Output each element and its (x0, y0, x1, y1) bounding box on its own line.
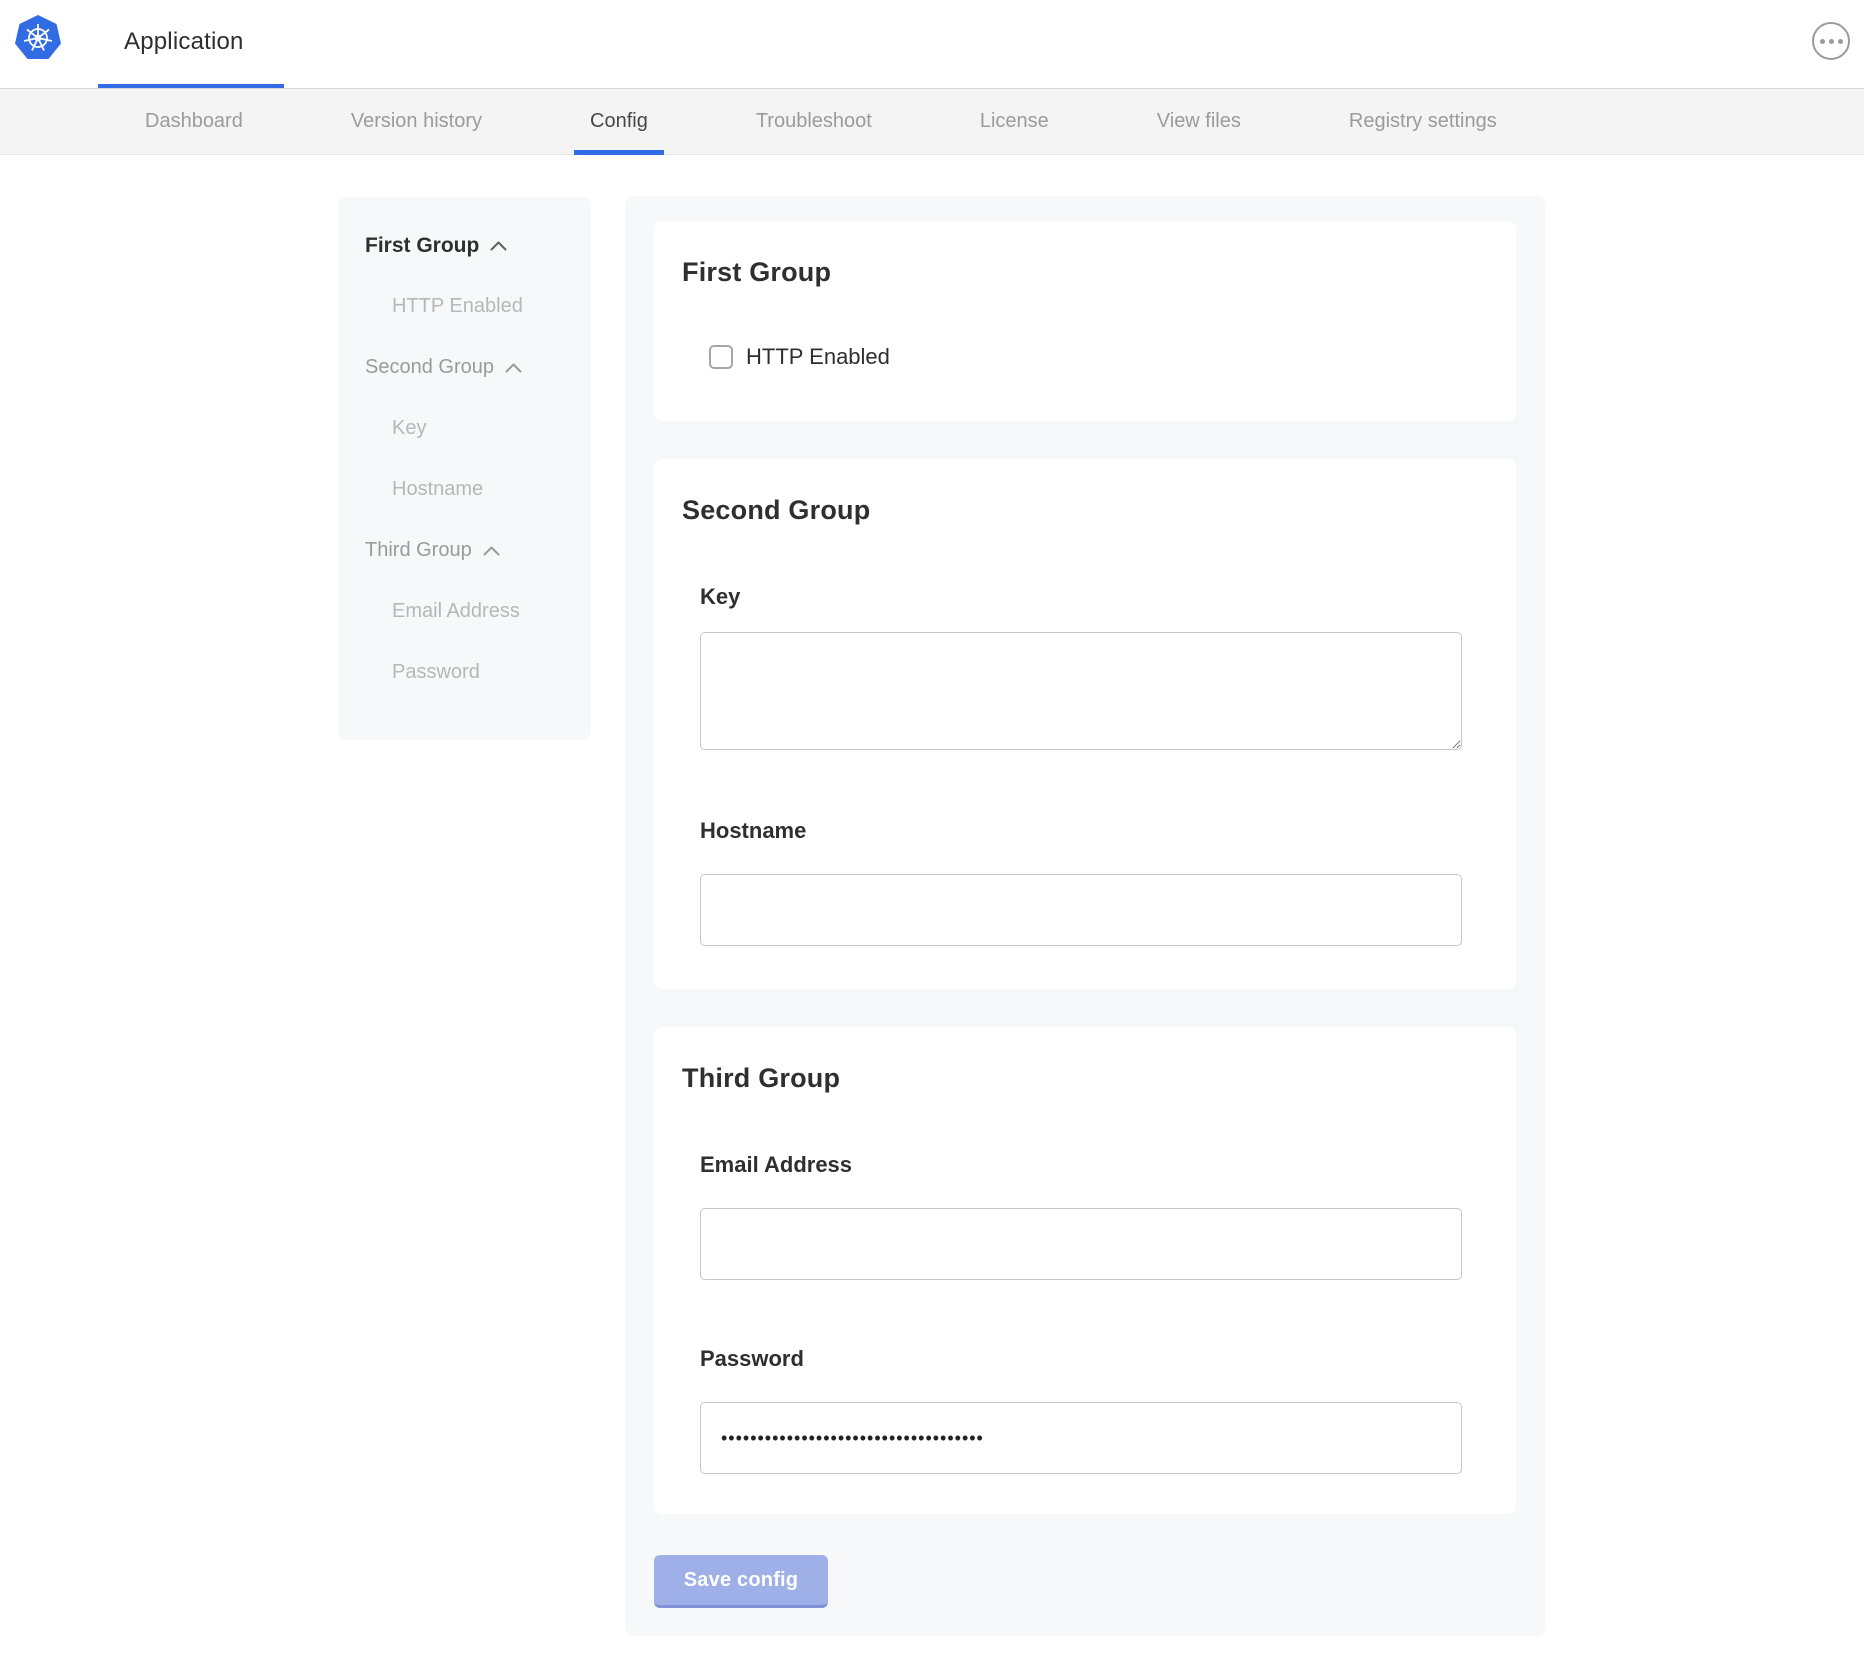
sidebar-item-label: HTTP Enabled (392, 295, 523, 318)
chevron-up-icon (490, 241, 507, 251)
sidebar-item-label: Hostname (392, 478, 483, 501)
tab-registry-settings[interactable]: Registry settings (1333, 89, 1513, 154)
group-title: Second Group (682, 495, 1470, 526)
tab-version-history[interactable]: Version history (335, 89, 498, 154)
email-label: Email Address (700, 1152, 1470, 1178)
config-group-first: First Group HTTP Enabled (654, 221, 1516, 421)
email-input[interactable] (700, 1208, 1462, 1280)
tab-view-files[interactable]: View files (1141, 89, 1257, 154)
ellipsis-icon (1820, 39, 1825, 44)
tab-active-underline (574, 150, 664, 155)
sidebar-item-http-enabled[interactable]: HTTP Enabled (338, 276, 591, 337)
sidebar-item-key[interactable]: Key (338, 398, 591, 459)
sidebar-item-third-group[interactable]: Third Group (338, 520, 591, 581)
sidebar-item-label: Email Address (392, 600, 520, 623)
key-label: Key (700, 584, 1470, 610)
config-group-third: Third Group Email Address Password (654, 1027, 1516, 1514)
chevron-up-icon (483, 546, 500, 556)
sidebar-item-label: Third Group (365, 539, 472, 562)
group-title: First Group (682, 257, 1470, 288)
group-title: Third Group (682, 1063, 1470, 1094)
app-header: Application (0, 0, 1864, 88)
tab-license[interactable]: License (964, 89, 1065, 154)
config-sidebar: First Group HTTP Enabled Second Group Ke… (338, 197, 591, 740)
key-textarea[interactable] (700, 632, 1462, 750)
hostname-field: Hostname (700, 818, 1470, 946)
http-enabled-checkbox[interactable] (709, 345, 733, 369)
tab-config-label: Config (590, 110, 648, 133)
sidebar-item-second-group[interactable]: Second Group (338, 337, 591, 398)
tab-troubleshoot[interactable]: Troubleshoot (740, 89, 888, 154)
save-config-button[interactable]: Save config (654, 1555, 828, 1608)
hostname-input[interactable] (700, 874, 1462, 946)
key-field: Key (700, 584, 1470, 750)
sidebar-item-label: Second Group (365, 356, 494, 379)
password-input[interactable] (700, 1402, 1462, 1474)
email-field: Email Address (700, 1152, 1470, 1280)
sidebar-item-password[interactable]: Password (338, 642, 591, 703)
sidebar-item-label: First Group (365, 234, 479, 258)
tab-config[interactable]: Config (574, 89, 664, 154)
tab-dashboard[interactable]: Dashboard (129, 89, 259, 154)
kubernetes-logo-icon (14, 14, 62, 62)
http-enabled-label[interactable]: HTTP Enabled (746, 344, 890, 370)
sidebar-item-first-group[interactable]: First Group (338, 215, 591, 276)
sidebar-item-label: Key (392, 417, 426, 440)
chevron-up-icon (505, 363, 522, 373)
ellipsis-menu-button[interactable] (1812, 22, 1850, 60)
config-group-second: Second Group Key Hostname (654, 459, 1516, 989)
sidebar-item-hostname[interactable]: Hostname (338, 459, 591, 520)
password-label: Password (700, 1346, 1470, 1372)
sidebar-item-label: Password (392, 661, 480, 684)
hostname-label: Hostname (700, 818, 1470, 844)
sidebar-item-email-address[interactable]: Email Address (338, 581, 591, 642)
http-enabled-row: HTTP Enabled (709, 344, 1470, 370)
config-panel: First Group HTTP Enabled Second Group Ke… (625, 196, 1545, 1636)
app-title: Application (124, 0, 244, 84)
password-field: Password (700, 1346, 1470, 1474)
app-navbar: Dashboard Version history Config Trouble… (0, 88, 1864, 155)
